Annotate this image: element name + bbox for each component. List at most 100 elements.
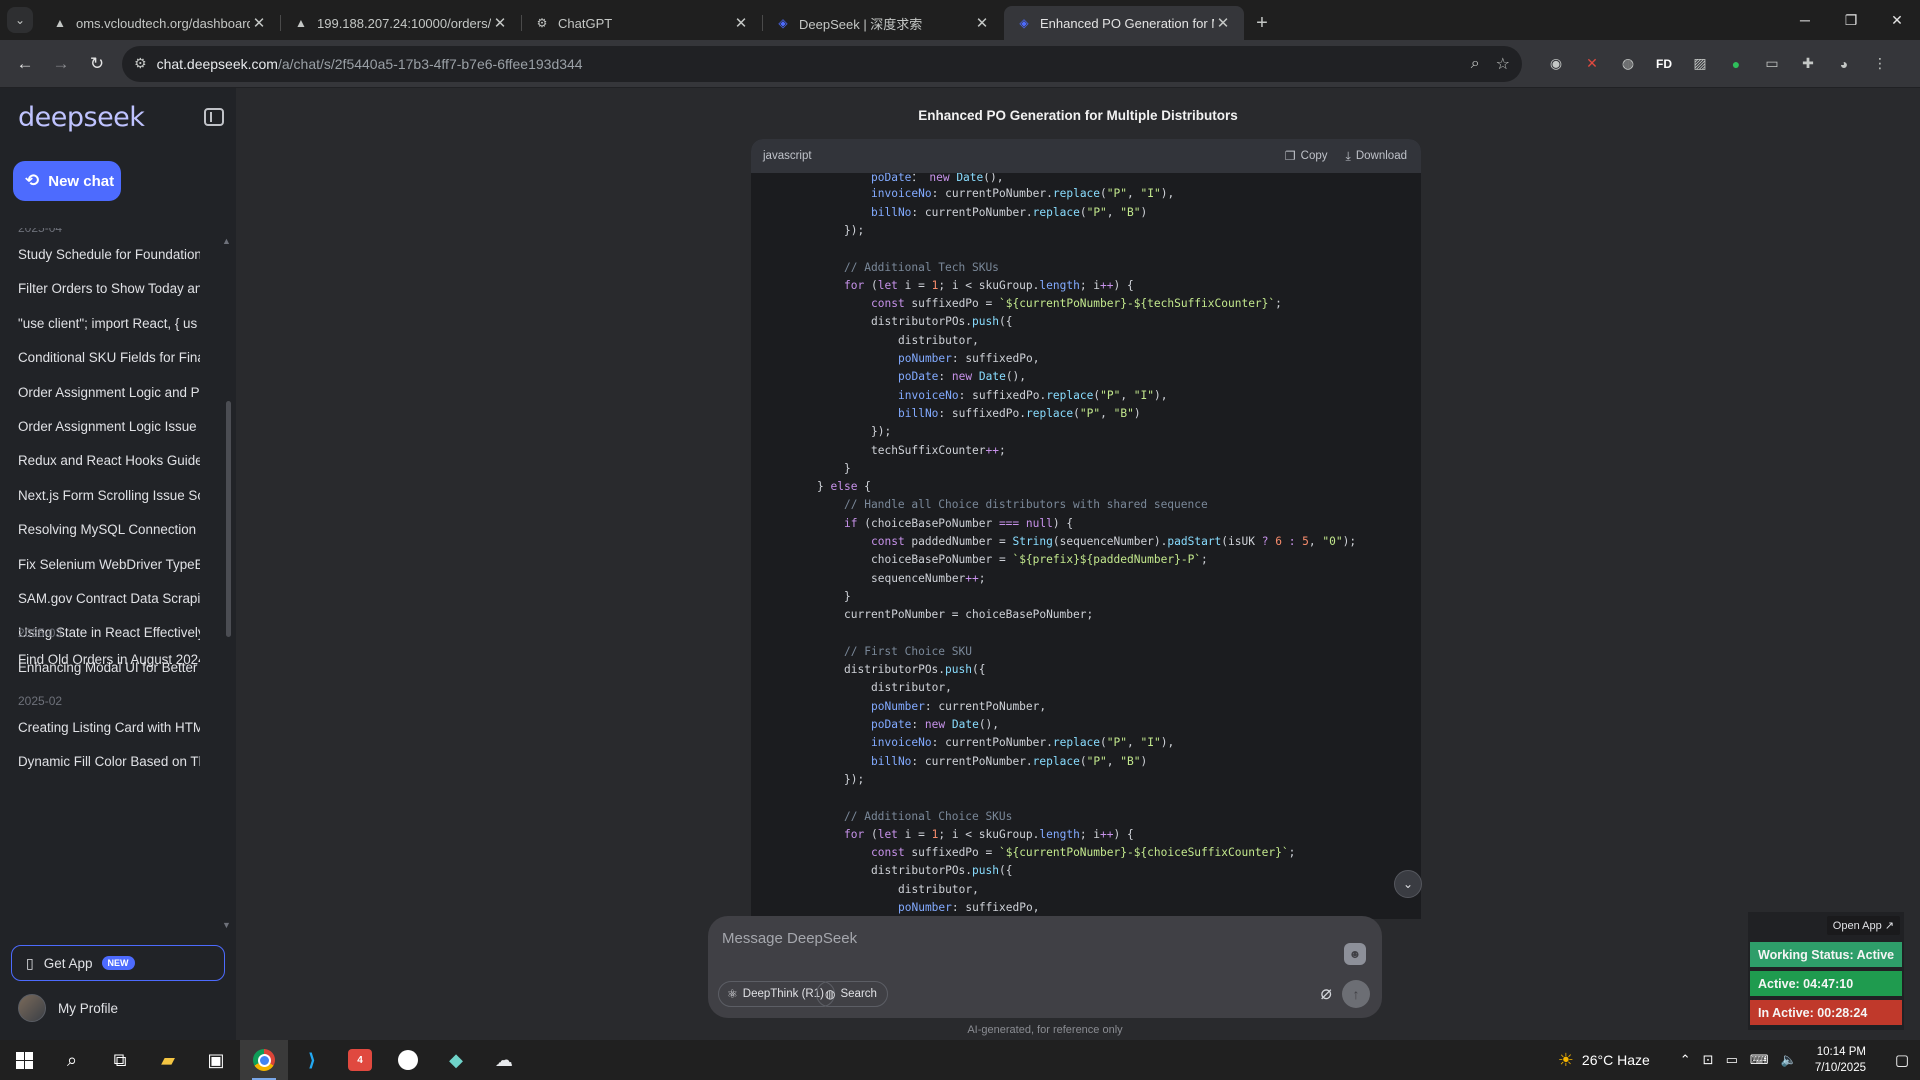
code-content[interactable]: poDate： new Date(), invoiceNo: currentPoN…: [751, 173, 1421, 919]
browser-tab-1[interactable]: ▲ oms.vcloudtech.org/dashboard ✕: [40, 6, 281, 40]
send-button[interactable]: ↑: [1342, 980, 1370, 1008]
history-item[interactable]: Creating Listing Card with HTML: [18, 720, 200, 735]
extension-x-icon[interactable]: ✕: [1574, 46, 1610, 82]
app-diamond-icon[interactable]: ◆: [432, 1040, 480, 1080]
restore-icon[interactable]: ❐: [1828, 0, 1874, 40]
history-item[interactable]: "use client"; import React, { us: [18, 316, 200, 331]
message-composer: Message DeepSeek ☻ ⚛ DeepThink (R1) ◍ Se…: [708, 916, 1382, 1018]
scroll-to-bottom-button[interactable]: ⌄: [1394, 870, 1422, 898]
extensions-puzzle-icon[interactable]: ✚: [1790, 46, 1826, 82]
history-item[interactable]: Order Assignment Logic Issue w: [18, 419, 200, 434]
sidebar-scrollbar[interactable]: [226, 401, 231, 637]
clock[interactable]: 10:14 PM 7/10/2025: [1815, 1044, 1866, 1076]
zoom-icon[interactable]: ⌕: [1471, 55, 1480, 73]
robot-icon[interactable]: ☻: [1344, 943, 1366, 965]
wifi-icon[interactable]: ⌨: [1750, 1052, 1769, 1068]
forward-icon[interactable]: →: [44, 47, 78, 81]
new-chat-button[interactable]: ⟲ New chat: [13, 161, 121, 201]
store-icon[interactable]: ▣: [192, 1040, 240, 1080]
network-warning-icon[interactable]: ⊡: [1703, 1052, 1714, 1068]
message-input[interactable]: Message DeepSeek: [722, 930, 857, 947]
close-icon[interactable]: ✕: [491, 14, 509, 32]
start-button[interactable]: [0, 1040, 48, 1080]
volume-icon[interactable]: 🔈: [1781, 1052, 1797, 1068]
back-icon[interactable]: ←: [8, 47, 42, 81]
history-item[interactable]: Dynamic Fill Color Based on The: [18, 754, 200, 769]
browser-tab-3[interactable]: ⚙ ChatGPT ✕: [522, 6, 763, 40]
weather-widget[interactable]: ☀ 26°C Haze: [1558, 1050, 1650, 1071]
my-profile-button[interactable]: My Profile: [18, 994, 118, 1022]
close-icon[interactable]: ✕: [250, 14, 268, 32]
close-window-icon[interactable]: ✕: [1874, 0, 1920, 40]
bookmark-star-icon[interactable]: ☆: [1496, 54, 1510, 74]
close-icon[interactable]: ✕: [973, 14, 991, 32]
extension-fd-icon[interactable]: FD: [1646, 46, 1682, 82]
battery-icon[interactable]: ▭: [1726, 1052, 1738, 1068]
chrome-icon[interactable]: [240, 1040, 288, 1080]
history-item[interactable]: Find Old Orders in August 2024: [18, 652, 200, 667]
extension-image-icon[interactable]: ▨: [1682, 46, 1718, 82]
tab-title: 199.188.207.24:10000/orders/6...: [317, 15, 491, 31]
site-info-icon[interactable]: ⚙: [134, 55, 147, 72]
code-line: const suffixedPo = `${currentPoNumber}-$…: [871, 297, 1282, 311]
app-cloud-icon[interactable]: ☁: [480, 1040, 528, 1080]
search-icon[interactable]: ⌕: [48, 1040, 96, 1080]
new-tab-button[interactable]: +: [1245, 6, 1279, 40]
history-item[interactable]: Resolving MySQL Connection Er: [18, 522, 200, 537]
history-item[interactable]: Next.js Form Scrolling Issue Solu: [18, 488, 200, 503]
scroll-up-icon[interactable]: ▲: [222, 236, 231, 246]
chevron-down-icon: ⌄: [7, 7, 33, 33]
code-line: poNumber: suffixedPo,: [898, 901, 1040, 914]
reload-icon[interactable]: ↻: [80, 47, 114, 81]
open-app-button[interactable]: Open App ↗: [1826, 916, 1900, 935]
url-text[interactable]: chat.deepseek.com/a/chat/s/2f5440a5-17b3…: [157, 56, 1455, 72]
browser-tab-2[interactable]: ▲ 199.188.207.24:10000/orders/6... ✕: [281, 6, 522, 40]
history-item[interactable]: Fix Selenium WebDriver TypeErro: [18, 557, 200, 572]
minimize-icon[interactable]: ─: [1782, 0, 1828, 40]
triangle-icon: ▲: [54, 16, 66, 30]
file-explorer-icon[interactable]: ▰: [144, 1040, 192, 1080]
collapse-sidebar-icon[interactable]: [204, 108, 224, 126]
close-icon[interactable]: ✕: [1214, 14, 1232, 32]
arrow-up-icon: ↑: [1352, 986, 1360, 1002]
tab-title: Enhanced PO Generation for M...: [1040, 15, 1214, 31]
menu-kebab-icon[interactable]: ⋮: [1862, 46, 1898, 82]
url-bar[interactable]: ⚙ chat.deepseek.com/a/chat/s/2f5440a5-17…: [122, 45, 1522, 82]
zoho-icon[interactable]: 4: [336, 1040, 384, 1080]
extension-globe-icon[interactable]: ◍: [1610, 46, 1646, 82]
vscode-icon[interactable]: ⟩: [288, 1040, 336, 1080]
task-view-icon[interactable]: ⧉: [96, 1040, 144, 1080]
atom-icon: ⚛: [727, 987, 738, 1001]
history-item[interactable]: Redux and React Hooks Guide w: [18, 453, 200, 468]
copy-button[interactable]: ❐ Copy: [1285, 149, 1328, 163]
download-button[interactable]: ⤓ Download: [1346, 149, 1407, 164]
code-line: poNumber: currentPoNumber,: [871, 699, 1047, 713]
history-item[interactable]: Study Schedule for Foundation U: [18, 247, 200, 262]
close-icon[interactable]: ✕: [732, 14, 750, 32]
history-item[interactable]: Conditional SKU Fields for Finan: [18, 350, 200, 365]
windows-taskbar: ⌕ ⧉ ▰ ▣ ⟩ 4 ◆ ☁ ☀ 26°C Haze ⌃ ⊡ ▭ ⌨ 🔈 10…: [0, 1040, 1920, 1080]
notification-icon[interactable]: ▢: [1884, 1040, 1920, 1080]
code-line: distributor,: [871, 681, 952, 695]
history-item[interactable]: SAM.gov Contract Data Scraping: [18, 591, 200, 606]
chevron-up-icon[interactable]: ⌃: [1680, 1052, 1691, 1068]
page-scrollbar[interactable]: [1904, 88, 1920, 1040]
deepseek-icon: ◈: [778, 16, 788, 30]
history-item[interactable]: Filter Orders to Show Today and: [18, 281, 200, 296]
browser-tab-5[interactable]: ◈ Enhanced PO Generation for M... ✕: [1004, 6, 1244, 40]
deepseek-logo[interactable]: deepseek: [18, 102, 145, 133]
code-line: invoiceNo: currentPoNumber.replace("P", …: [871, 187, 1175, 201]
extension-green-icon[interactable]: ●: [1718, 46, 1754, 82]
tab-search-button[interactable]: ⌄: [0, 0, 40, 40]
history-item[interactable]: Order Assignment Logic and Pri: [18, 385, 200, 400]
browser-tab-4[interactable]: ◈ DeepSeek | 深度求索 ✕: [763, 6, 1003, 40]
profile-avatar-icon[interactable]: ◕: [1826, 46, 1862, 82]
search-toggle[interactable]: ◍ Search: [816, 981, 888, 1007]
extension-dark-icon[interactable]: ▭: [1754, 46, 1790, 82]
paperclip-icon[interactable]: ⌀: [1321, 982, 1332, 1005]
code-line: billNo: suffixedPo.replace("P", "B"): [898, 406, 1141, 420]
extension-eyes-icon[interactable]: ◉: [1538, 46, 1574, 82]
scroll-down-icon[interactable]: ▼: [222, 920, 231, 930]
app-circle-icon[interactable]: [384, 1040, 432, 1080]
get-app-button[interactable]: ▯ Get App NEW: [11, 945, 225, 981]
